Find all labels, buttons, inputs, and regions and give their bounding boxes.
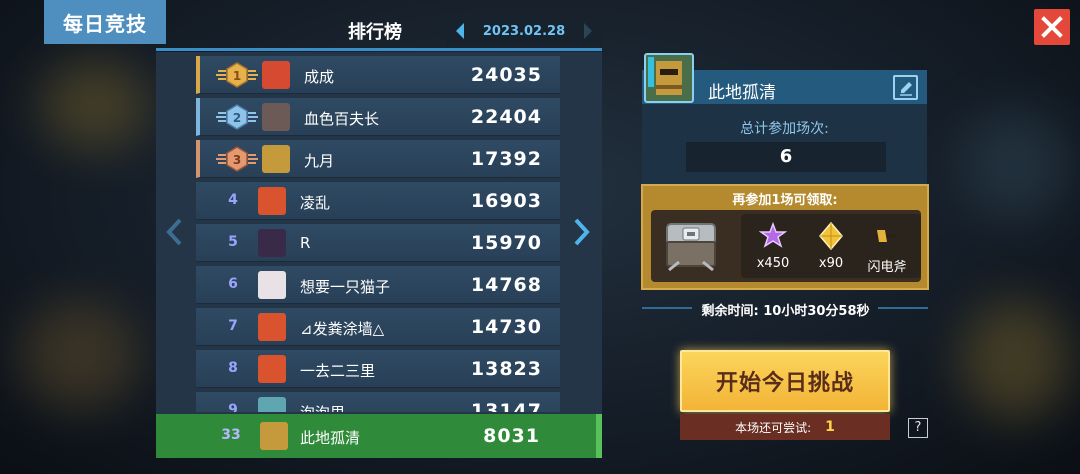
player-score: 15970 — [470, 232, 542, 254]
player-score: 13823 — [470, 358, 542, 380]
rank-number: 7 — [228, 318, 238, 334]
avatar — [258, 313, 286, 341]
ranking-date: 2023.02.28 — [482, 23, 566, 39]
player-score: 13147 — [470, 400, 542, 412]
robot-avatar-icon — [648, 57, 682, 95]
close-icon — [1041, 16, 1063, 38]
page-right-arrow-icon[interactable] — [572, 217, 592, 247]
rank-number: 9 — [228, 402, 238, 412]
profile-name: 此地孤清 — [708, 83, 776, 103]
table-row[interactable]: 4 凌乱 16903 — [196, 182, 560, 220]
avatar — [258, 229, 286, 257]
triangle-left-icon — [456, 23, 464, 39]
avatar — [260, 422, 288, 450]
player-score: 14768 — [470, 274, 542, 296]
table-row[interactable]: 5 R 15970 — [196, 224, 560, 262]
background-glow — [40, 60, 150, 150]
table-row[interactable]: 8 一去二三里 13823 — [196, 350, 560, 388]
rank-number: 33 — [221, 427, 241, 443]
reward-box: x450 x90 闪电斧 — [651, 210, 921, 282]
table-row[interactable]: 1 成成 24035 — [196, 56, 560, 94]
player-name: 泡泡里 — [300, 402, 345, 412]
table-row[interactable]: 9 泡泡里 13147 — [196, 392, 560, 412]
avatar — [258, 187, 286, 215]
table-row[interactable]: 7 ⊿发粪涂墙△ 14730 — [196, 308, 560, 346]
medal-number: 2 — [233, 111, 241, 125]
medal-number: 3 — [233, 153, 241, 167]
table-row[interactable]: 2 血色百夫长 22404 — [196, 98, 560, 136]
player-name: 一去二三里 — [300, 362, 376, 380]
axe-icon — [875, 230, 897, 242]
remaining-tries: 本场还可尝试: 1 — [680, 414, 890, 440]
background-glow — [960, 300, 1070, 420]
player-score: 17392 — [470, 148, 542, 170]
rank-number: 8 — [228, 360, 238, 376]
total-matches-label: 总计参加场次: — [740, 121, 829, 137]
background-glow — [960, 110, 1070, 220]
remaining-time: 剩余时间: 10小时30分58秒 — [701, 304, 870, 319]
player-name: 成成 — [304, 68, 335, 86]
player-score: 14730 — [470, 316, 542, 338]
player-name: 九月 — [304, 152, 335, 170]
player-score: 24035 — [470, 64, 542, 86]
silver-medal-icon: 2 — [216, 104, 258, 130]
player-name: 凌乱 — [300, 194, 331, 212]
medal-number: 1 — [233, 69, 241, 83]
avatar — [262, 103, 290, 131]
purple-star-icon — [759, 222, 787, 248]
profile-avatar — [644, 53, 694, 103]
page-left-arrow-icon[interactable] — [164, 217, 184, 247]
player-score: 16903 — [470, 190, 542, 212]
reward-title: 再参加1场可领取: — [732, 193, 838, 208]
total-matches-value: 6 — [686, 142, 886, 172]
chest-icon[interactable] — [661, 216, 721, 274]
my-rank-row[interactable]: 33 此地孤清 8031 — [156, 414, 602, 458]
player-name: 此地孤清 — [300, 429, 361, 447]
bronze-medal-icon: 3 — [216, 146, 258, 172]
triangle-right-icon — [584, 23, 592, 39]
reward-item: x450 — [745, 214, 801, 278]
tries-value: 1 — [825, 419, 835, 435]
edit-button[interactable] — [893, 75, 918, 100]
reward-items: x450 x90 闪电斧 — [741, 214, 921, 278]
rank-number: 5 — [228, 234, 238, 250]
player-name: 血色百夫长 — [304, 110, 380, 128]
pencil-icon — [899, 81, 912, 96]
rank-number: 4 — [228, 192, 238, 208]
page-title-text: 每日竞技 — [63, 11, 147, 36]
avatar — [258, 271, 286, 299]
player-name: ⊿发粪涂墙△ — [300, 320, 385, 338]
date-selector: 2023.02.28 — [446, 15, 602, 47]
avatar — [258, 397, 286, 412]
start-challenge-button[interactable]: 开始今日挑战 — [680, 350, 890, 412]
player-score: 22404 — [470, 106, 542, 128]
reward-name: 闪电斧 — [867, 260, 907, 275]
avatar — [262, 145, 290, 173]
ranking-list[interactable]: 1 成成 24035 2 血色百夫长 22404 3 九月 17392 4 凌乱… — [196, 56, 560, 412]
header-divider — [156, 48, 602, 51]
player-name: R — [300, 234, 311, 252]
yellow-diamond-icon — [819, 222, 843, 250]
ranking-title: 排行榜 — [348, 22, 402, 43]
reward-panel: 再参加1场可领取: x450 x90 闪电斧 — [641, 184, 929, 290]
reward-quantity: x90 — [818, 256, 844, 271]
player-score: 8031 — [483, 425, 540, 447]
avatar — [258, 355, 286, 383]
player-name: 想要一只猫子 — [300, 278, 391, 296]
reward-quantity: x450 — [756, 256, 790, 271]
avatar — [262, 61, 290, 89]
reward-item: x90 — [803, 214, 859, 278]
tries-label: 本场还可尝试: — [735, 420, 812, 435]
table-row[interactable]: 3 九月 17392 — [196, 140, 560, 178]
next-date-button[interactable] — [574, 15, 602, 47]
rank-number: 6 — [228, 276, 238, 292]
background-glow — [20, 300, 140, 410]
table-row[interactable]: 6 想要一只猫子 14768 — [196, 266, 560, 304]
gold-medal-icon: 1 — [216, 62, 258, 88]
close-button[interactable] — [1034, 9, 1070, 45]
prev-date-button[interactable] — [446, 15, 474, 47]
reward-item: 闪电斧 — [859, 214, 915, 278]
help-button[interactable]: ? — [908, 418, 928, 438]
page-title: 每日竞技 — [44, 0, 166, 44]
